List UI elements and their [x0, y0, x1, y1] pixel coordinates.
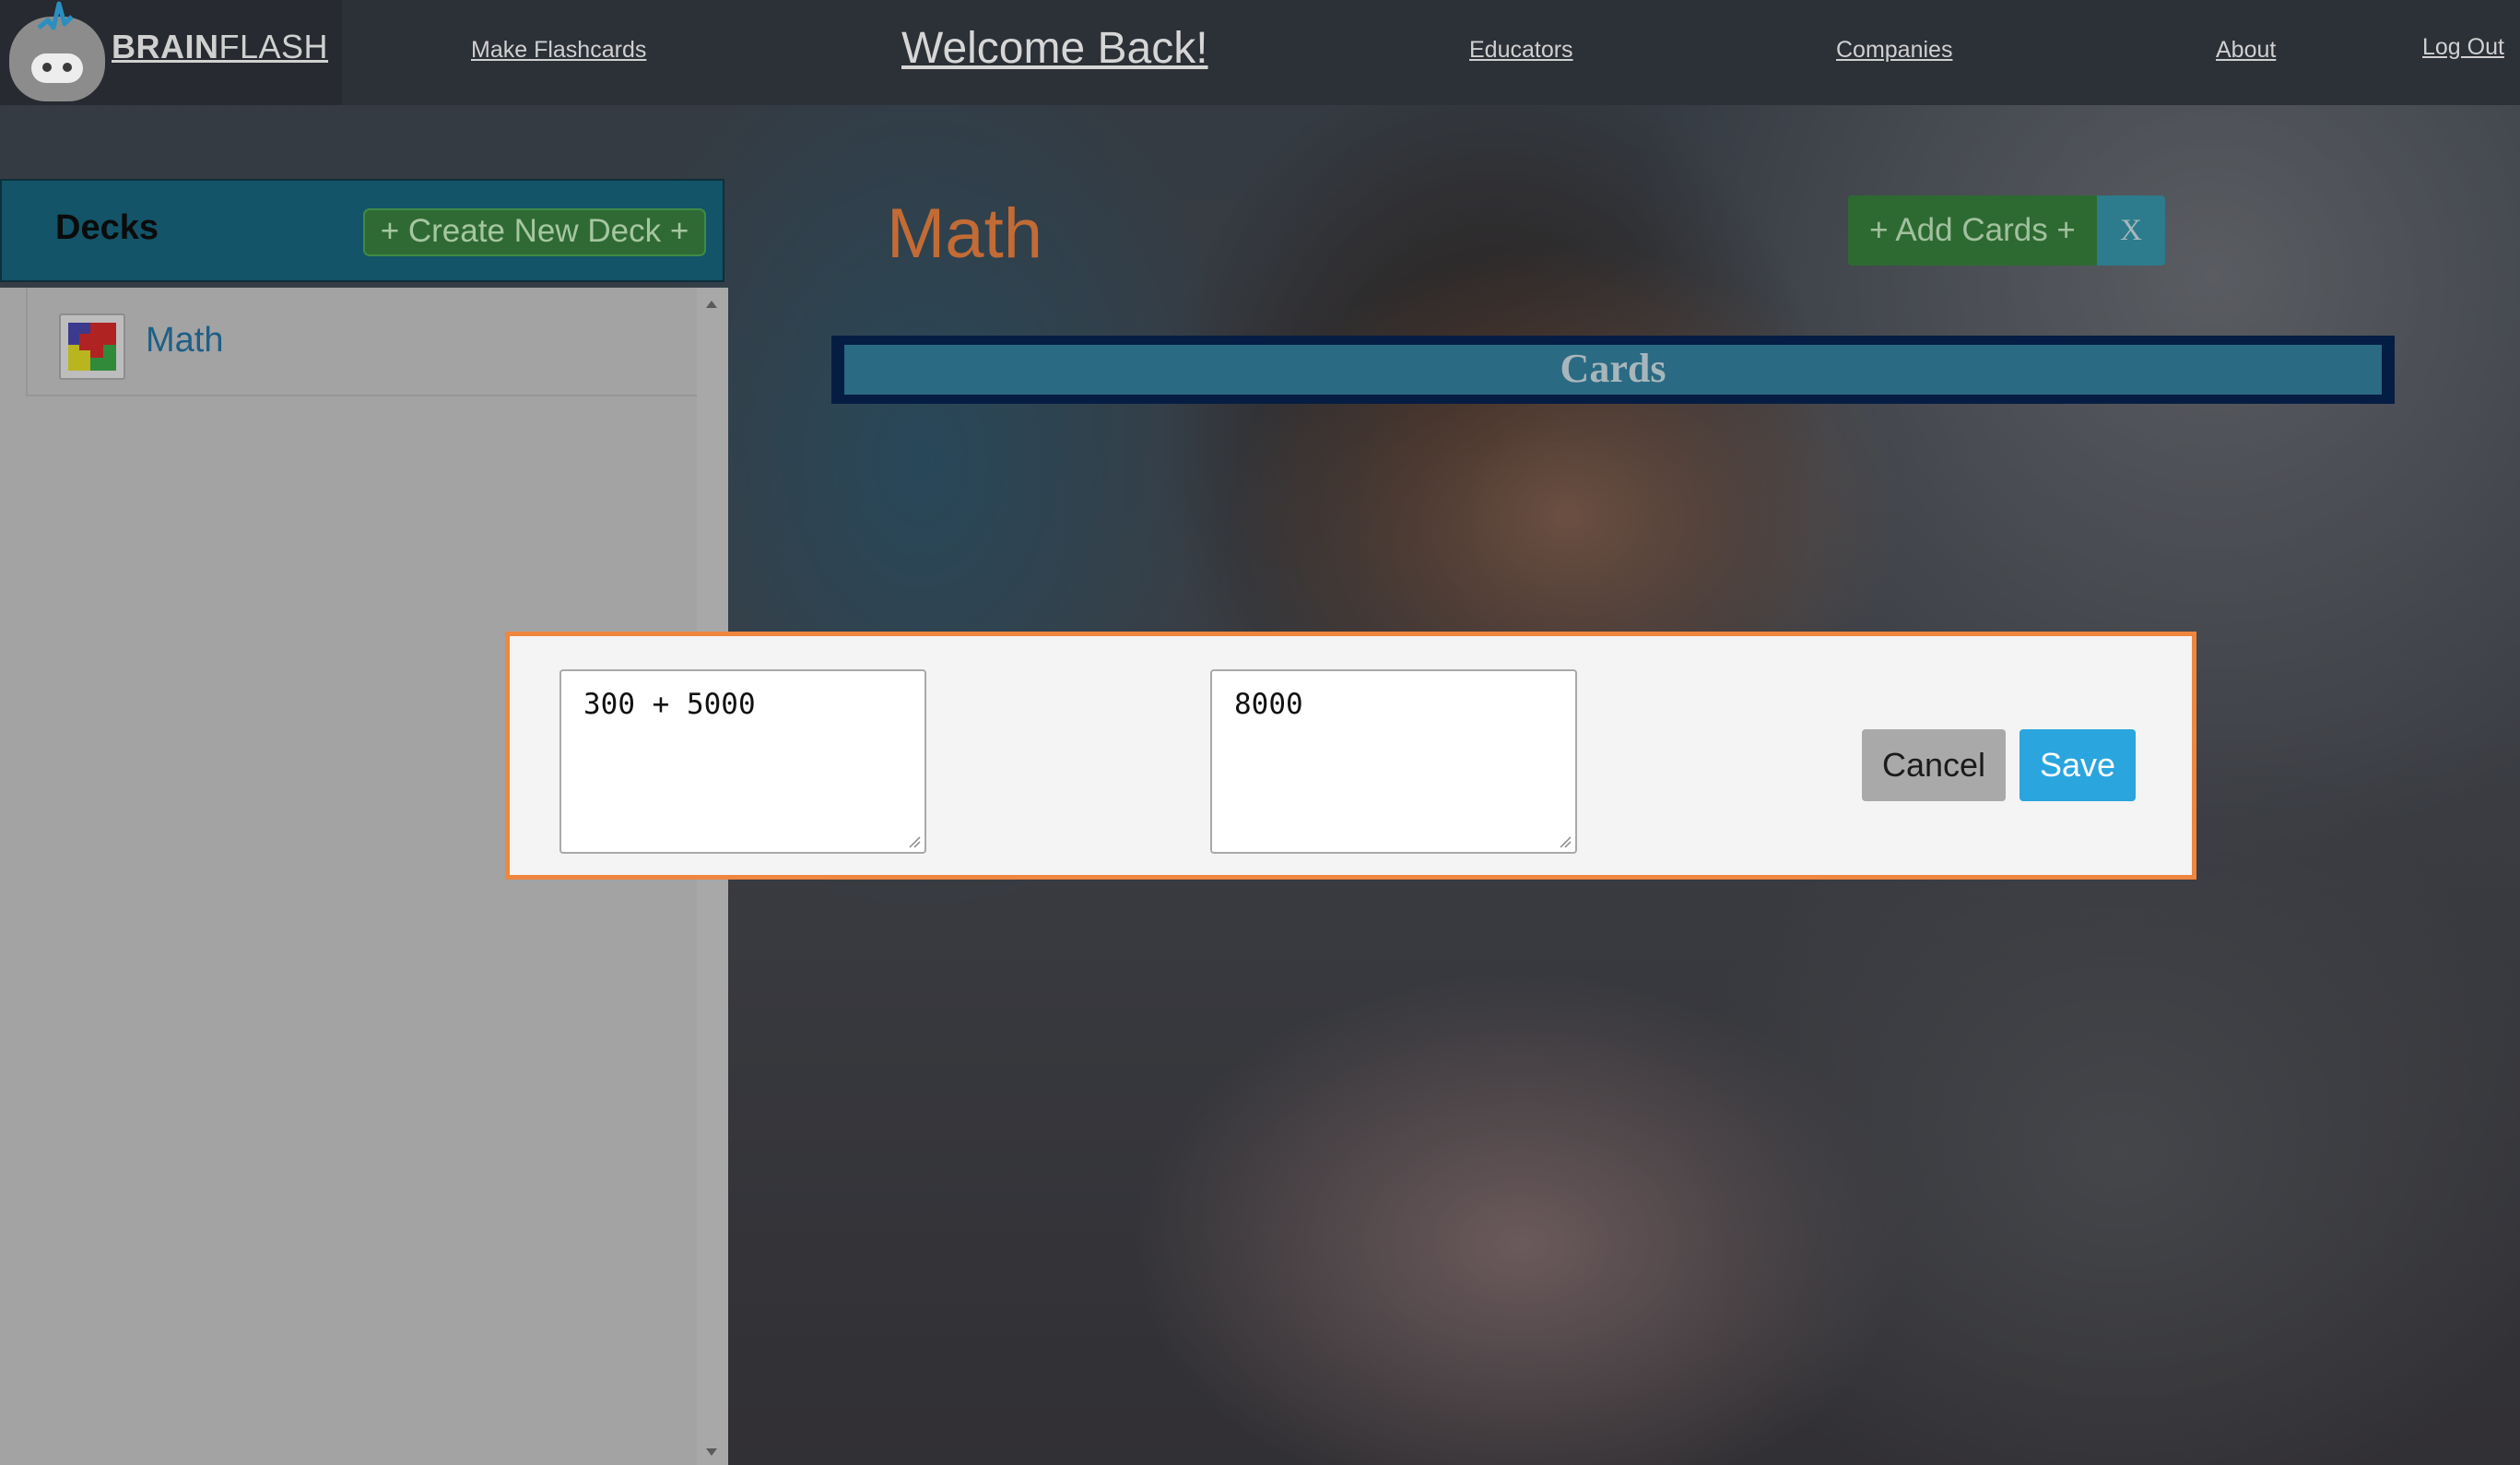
nav-educators[interactable]: Educators: [1469, 37, 1573, 64]
resize-grip-icon[interactable]: [1559, 835, 1572, 848]
nav-logout[interactable]: Log Out: [2422, 34, 2504, 61]
cancel-button[interactable]: Cancel: [1862, 729, 2006, 801]
deck-thumbnail-icon: [59, 313, 125, 380]
welcome-heading[interactable]: Welcome Back!: [901, 23, 1208, 74]
add-cards-button[interactable]: + Add Cards +: [1848, 195, 2097, 266]
top-navigation-bar: BRAINFLASH Make Flashcards Welcome Back!…: [0, 0, 2520, 105]
close-deck-button[interactable]: X: [2097, 195, 2165, 266]
nav-companies[interactable]: Companies: [1836, 37, 1952, 64]
decks-title: Decks: [55, 208, 159, 247]
resize-grip-icon[interactable]: [908, 835, 921, 848]
list-item[interactable]: Math: [26, 288, 701, 396]
edit-card-dialog: 300 + 5000 8000 Cancel Save: [505, 632, 2196, 880]
nav-make-flashcards[interactable]: Make Flashcards: [471, 37, 646, 64]
cards-header: Cards: [844, 345, 2382, 395]
cards-header-bar: Cards: [831, 336, 2395, 404]
deck-name[interactable]: Math: [146, 321, 223, 360]
save-button[interactable]: Save: [2020, 729, 2136, 801]
brand-name[interactable]: BRAINFLASH: [112, 28, 328, 66]
card-front-input[interactable]: 300 + 5000: [559, 669, 926, 854]
card-back-input[interactable]: 8000: [1210, 669, 1577, 854]
decks-panel-header: Decks + Create New Deck +: [0, 179, 724, 282]
logo[interactable]: BRAINFLASH: [0, 0, 342, 105]
create-new-deck-button[interactable]: + Create New Deck +: [363, 208, 706, 256]
scroll-down-icon[interactable]: [706, 1448, 717, 1456]
spark-icon: [37, 1, 74, 30]
nav-about[interactable]: About: [2216, 37, 2276, 64]
scroll-up-icon[interactable]: [706, 301, 717, 308]
deck-title: Math: [887, 195, 1042, 273]
